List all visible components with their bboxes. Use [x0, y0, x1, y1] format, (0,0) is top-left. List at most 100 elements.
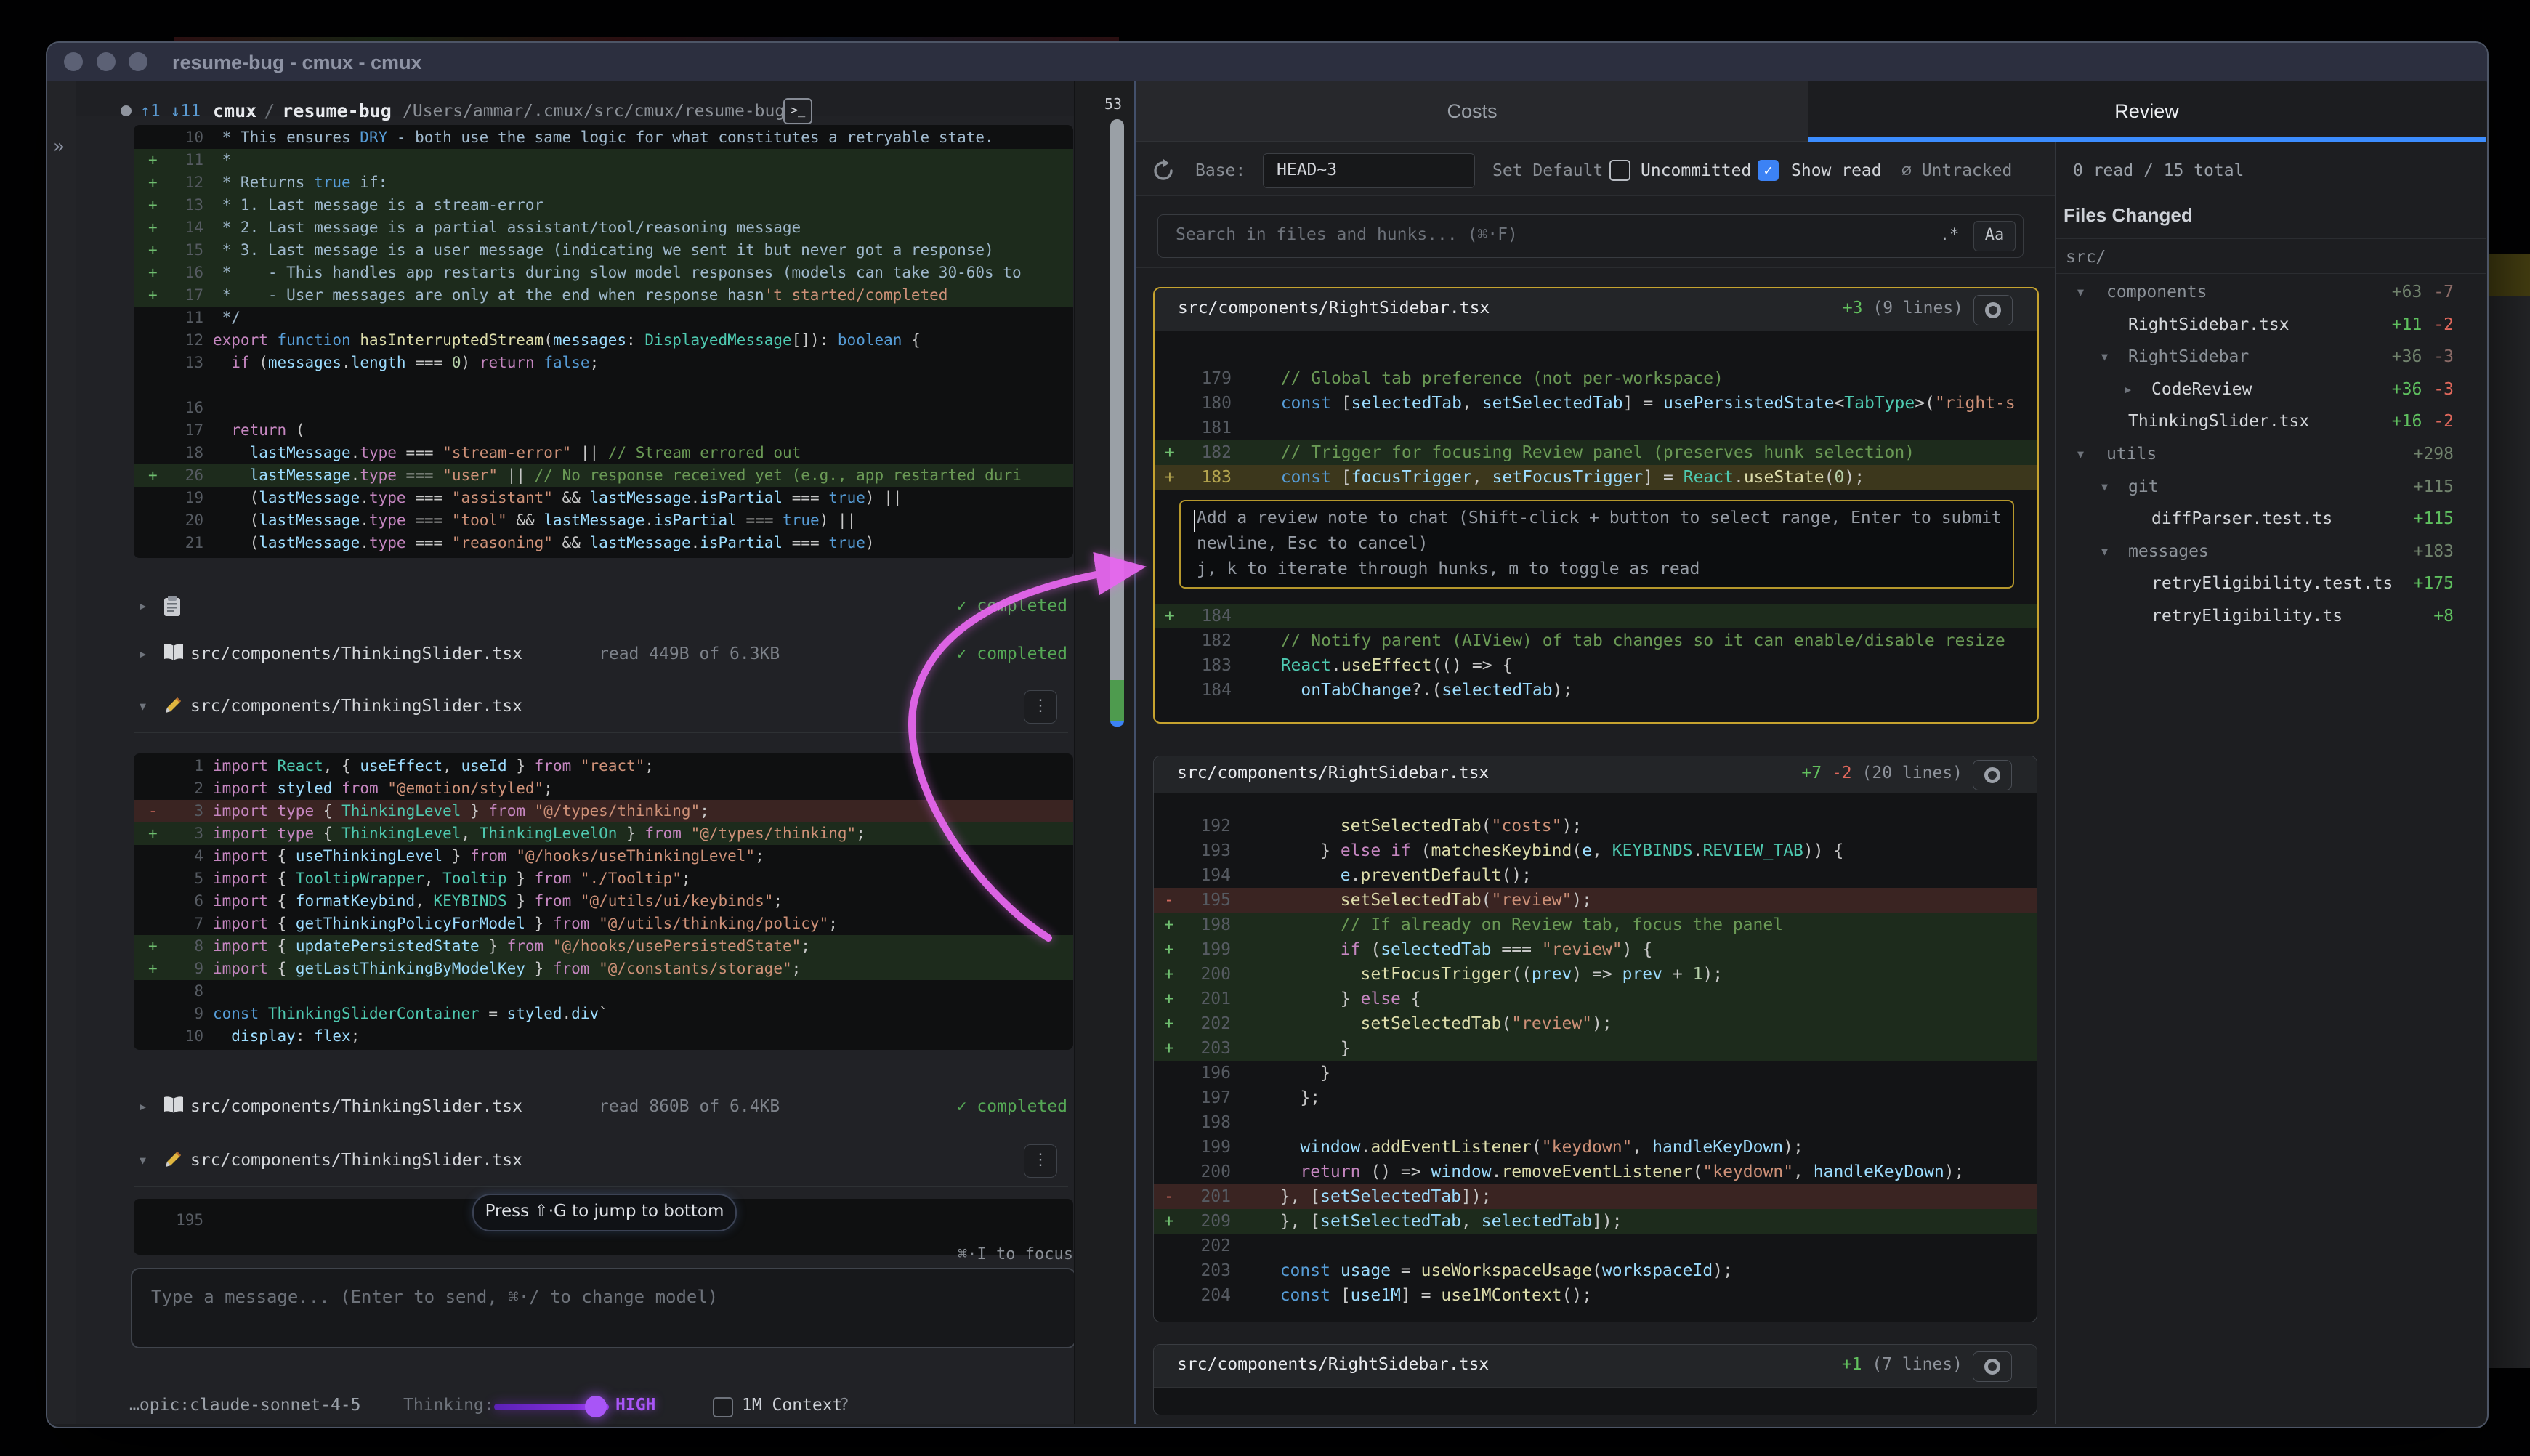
file-row[interactable]: RightSidebar.tsx+11-2 [2055, 310, 2454, 339]
message-input[interactable]: Type a message... (Enter to send, ⌘·/ to… [131, 1268, 1076, 1348]
jump-to-bottom-button[interactable]: Press ⇧·G to jump to bottom [472, 1194, 737, 1231]
diff-line-add[interactable]: +198 // If already on Review tab, focus … [1154, 913, 2037, 937]
scrollbar-thumb[interactable] [1110, 119, 1124, 680]
context-1m-checkbox[interactable] [713, 1397, 733, 1417]
folder-row[interactable]: ▶CodeReview+36-3 [2055, 375, 2454, 404]
diff-line-ctx[interactable]: 196 } [1154, 1061, 2037, 1085]
hunk-header[interactable]: src/components/RightSidebar.tsx +3 (9 li… [1155, 288, 2037, 331]
diff-line-ctx: 12export function hasInterruptedStream(m… [134, 329, 1073, 352]
folder-row[interactable]: ▼components+63-7 [2055, 278, 2454, 307]
show-read-label[interactable]: Show read [1791, 161, 1882, 180]
diff-line-ctx[interactable]: 200 return () => window.removeEventListe… [1154, 1160, 2037, 1184]
tool-call-row[interactable]: ▶ src/components/ThinkingSlider.tsx read… [134, 1091, 1073, 1123]
hunk-header[interactable]: src/components/RightSidebar.tsx +7 -2 (2… [1154, 756, 2037, 793]
clipboard-icon [163, 595, 182, 617]
hunk-file-path: src/components/RightSidebar.tsx [1177, 1355, 1489, 1374]
chevron-down-icon: ▼ [2077, 440, 2084, 469]
search-input[interactable]: Search in files and hunks... (⌘·F) .* Aa [1157, 214, 2024, 258]
show-read-checkbox[interactable]: ✓ [1758, 160, 1779, 181]
diff-line-ctx: 8 [134, 980, 1073, 1003]
diff-line-add[interactable]: +209 }, [setSelectedTab, selectedTab]); [1154, 1209, 2037, 1234]
review-note-input[interactable]: Add a review note to chat (Shift-click +… [1179, 500, 2014, 589]
diff-line-ctx[interactable]: 193 } else if (matchesKeybind(e, KEYBIND… [1154, 838, 2037, 863]
diff-line-add[interactable]: +184 [1155, 604, 2037, 628]
diff-line-del[interactable]: -195 setSelectedTab("review"); [1154, 888, 2037, 913]
diff-line-add: +15 * 3. Last message is a user message … [134, 239, 1073, 262]
diff-line-ctx[interactable]: 199 window.addEventListener("keydown", h… [1154, 1135, 2037, 1160]
change-counts: +8 [2433, 602, 2454, 631]
hunk-header[interactable]: src/components/RightSidebar.tsx +1 (7 li… [1154, 1345, 2037, 1388]
diff-line-ctx[interactable]: 180 const [selectedTab, setSelectedTab] … [1155, 391, 2037, 416]
change-counts: +16-2 [2392, 407, 2454, 436]
diff-line-ctx[interactable]: 203 const usage = useWorkspaceUsage(work… [1154, 1258, 2037, 1283]
diff-line-ctx[interactable]: 204 const [use1M] = use1MContext(); [1154, 1283, 2037, 1308]
diff-line-ctx[interactable]: 184 onTabChange?.(selectedTab); [1155, 678, 2037, 703]
diff-line-add[interactable]: +182 // Trigger for focusing Review pane… [1155, 440, 2037, 465]
diff-line-ctx[interactable]: 192 setSelectedTab("costs"); [1154, 814, 2037, 838]
file-name: retryEligibility.test.ts [2151, 569, 2393, 598]
diff-line-ctx[interactable]: 182 // Notify parent (AIView) of tab cha… [1155, 628, 2037, 653]
diff-line-ctx: 10 * This ensures DRY - both use the sam… [134, 126, 1073, 149]
diff-line-del[interactable]: -201 }, [setSelectedTab]); [1154, 1184, 2037, 1209]
tab-review[interactable]: Review [1808, 81, 2486, 141]
kebab-menu-button[interactable]: ⋮ [1024, 1144, 1057, 1178]
diff-line-ctx[interactable]: 183 React.useEffect(() => { [1155, 653, 2037, 678]
file-row[interactable]: retryEligibility.ts+8 [2055, 602, 2454, 631]
diff-line-ctx[interactable]: 198 [1154, 1110, 2037, 1135]
mark-read-button[interactable] [1973, 295, 2013, 325]
diff-line-add[interactable]: +199 if (selectedTab === "review") { [1154, 937, 2037, 962]
close-button[interactable] [64, 52, 83, 71]
diff-line-ctx[interactable]: 179 // Global tab preference (not per-wo… [1155, 366, 2037, 391]
diff-line-ctx[interactable]: 194 e.preventDefault(); [1154, 863, 2037, 888]
file-row[interactable]: ThinkingSlider.tsx+16-2 [2055, 407, 2454, 436]
diff-line-add: +13 * 1. Last message is a stream-error [134, 194, 1073, 217]
mark-read-button[interactable] [1973, 760, 2012, 790]
tool-call-row[interactable]: ▼ src/components/ThinkingSlider.tsx ⋮ [134, 690, 1073, 722]
set-default-button[interactable]: Set Default [1492, 161, 1603, 180]
tool-call-row[interactable]: ▶ src/components/ThinkingSlider.tsx read… [134, 638, 1073, 670]
help-icon[interactable]: ? [839, 1396, 849, 1415]
folder-row[interactable]: ▼messages+183 [2055, 537, 2454, 566]
zoom-button[interactable] [129, 52, 147, 71]
files-root-path[interactable]: src/ [2066, 248, 2106, 267]
file-row[interactable]: diffParser.test.ts+115 [2055, 504, 2454, 533]
tab-costs[interactable]: Costs [1136, 81, 1808, 142]
tool-call-row[interactable]: ▼ src/components/ThinkingSlider.tsx ⋮ [134, 1144, 1073, 1176]
diff-line-ctx[interactable]: 202 [1154, 1234, 2037, 1258]
thinking-slider-knob[interactable] [585, 1396, 607, 1417]
workspace-title[interactable]: cmux/resume-bug [213, 100, 392, 121]
kebab-menu-button[interactable]: ⋮ [1024, 690, 1057, 724]
thinking-level-value: HIGH [615, 1396, 655, 1415]
diff-line-add[interactable]: +203 } [1154, 1036, 2037, 1061]
uncommitted-label[interactable]: Uncommitted [1641, 161, 1751, 180]
diff-line-ctx[interactable]: 181 [1155, 416, 2037, 440]
base-ref-input[interactable]: HEAD~3 [1263, 153, 1475, 188]
folder-row[interactable]: ▼utils+298 [2055, 440, 2454, 469]
case-toggle-button[interactable]: Aa [1973, 221, 2016, 251]
titlebar: resume-bug - cmux - cmux [47, 43, 2487, 82]
scrollbar-thumb-added[interactable] [1110, 680, 1124, 721]
uncommitted-checkbox[interactable] [1609, 160, 1630, 181]
diff-line-sel[interactable]: +183 const [focusTrigger, setFocusTrigge… [1155, 465, 2037, 490]
base-label: Base: [1195, 161, 1245, 180]
model-selector[interactable]: …opic:claude-sonnet-4-5 [129, 1396, 361, 1415]
files-changed-header: Files Changed [2064, 204, 2193, 227]
sidebar-expand-button[interactable]: » [53, 136, 65, 158]
terminal-icon[interactable]: >_ [783, 98, 812, 124]
window-title: resume-bug - cmux - cmux [172, 52, 422, 74]
tool-call-row[interactable]: ▶ ✓ completed [134, 590, 1073, 622]
minimize-button[interactable] [97, 52, 116, 71]
diff-line-add[interactable]: +202 setSelectedTab("review"); [1154, 1011, 2037, 1036]
change-counts: +63-7 [2392, 278, 2454, 307]
diff-line-add[interactable]: +201 } else { [1154, 987, 2037, 1011]
mark-read-button[interactable] [1973, 1351, 2012, 1382]
diff-line-add: +26 lastMessage.type === "user" || // No… [134, 464, 1073, 487]
folder-row[interactable]: ▼git+115 [2055, 472, 2454, 501]
refresh-icon[interactable] [1152, 159, 1175, 182]
diff-line-ctx[interactable]: 197 }; [1154, 1085, 2037, 1110]
folder-row[interactable]: ▼RightSidebar+36-3 [2055, 342, 2454, 371]
book-icon [163, 1096, 185, 1115]
file-row[interactable]: retryEligibility.test.ts+175 [2055, 569, 2454, 598]
regex-toggle-button[interactable]: .* [1931, 222, 1968, 248]
diff-line-add[interactable]: +200 setFocusTrigger((prev) => prev + 1)… [1154, 962, 2037, 987]
